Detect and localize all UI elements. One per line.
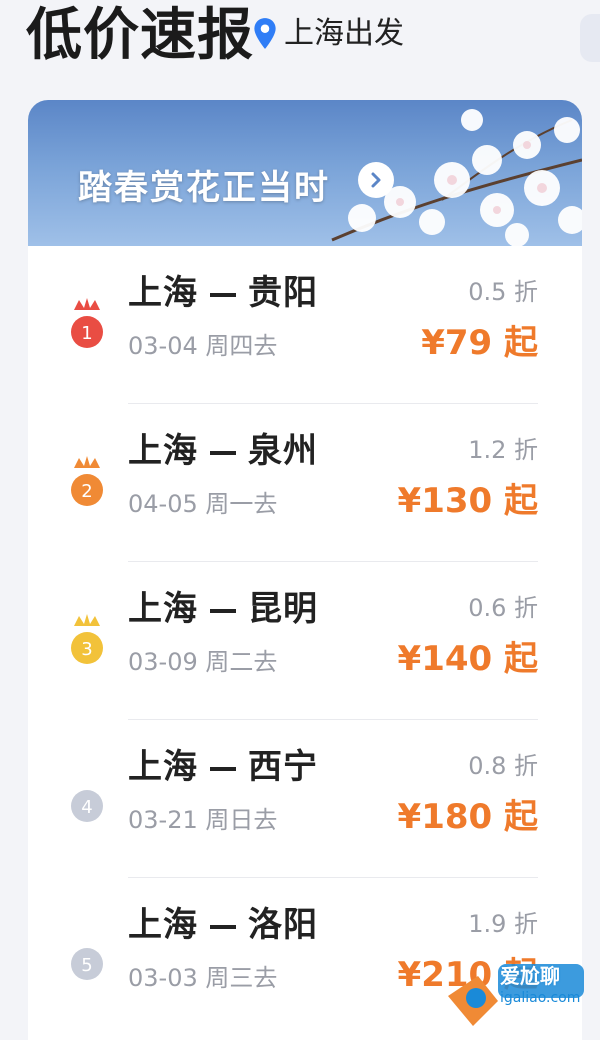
promo-banner[interactable]: 踏春赏花正当时	[28, 100, 582, 246]
deal-row[interactable]: 3 上海 昆明 03-09 周二去 0.6 折 ¥140 起	[28, 562, 582, 720]
origin-city: 上海	[128, 905, 198, 945]
location-selector[interactable]: 上海出发	[252, 14, 404, 54]
deals-card: 踏春赏花正当时 1 上海 贵阳 03-04 周四去 0.5 折 ¥79 起 2 …	[28, 100, 582, 1040]
svg-text:3: 3	[81, 639, 92, 660]
discount: 0.8 折	[468, 752, 538, 780]
destination-city: 西宁	[248, 747, 318, 787]
location-text: 上海出发	[284, 16, 404, 51]
origin-city: 上海	[128, 589, 198, 629]
deal-row[interactable]: 1 上海 贵阳 03-04 周四去 0.5 折 ¥79 起	[28, 246, 582, 404]
route: 上海 泉州	[128, 428, 318, 474]
departure-date: 03-21 周日去	[128, 806, 278, 834]
rank-crown-badge-icon: 3	[71, 614, 103, 664]
route-arrow	[210, 450, 236, 455]
svg-text:1: 1	[81, 323, 92, 344]
origin-city: 上海	[128, 273, 198, 313]
route-arrow	[210, 608, 236, 613]
destination-city: 洛阳	[248, 905, 318, 945]
chevron-right-icon[interactable]	[358, 162, 394, 198]
page-title: 低价速报	[26, 3, 254, 68]
watermark-text: 爱尬聊	[500, 964, 560, 988]
destination-city: 昆明	[248, 589, 318, 629]
svg-text:5: 5	[81, 955, 92, 976]
departure-date: 04-05 周一去	[128, 490, 278, 518]
rank-crown-badge-icon: 1	[71, 298, 103, 348]
banner-title: 踏春赏花正当时	[78, 168, 330, 208]
rank-badge-icon: 4	[71, 790, 103, 822]
rank-crown-badge-icon: 2	[71, 456, 103, 506]
destination-city: 泉州	[248, 431, 318, 471]
price: ¥130 起	[397, 481, 538, 521]
route-arrow	[210, 924, 236, 929]
route: 上海 西宁	[128, 744, 318, 790]
origin-city: 上海	[128, 747, 198, 787]
departure-date: 03-03 周三去	[128, 964, 278, 992]
location-pin-icon	[254, 18, 276, 49]
deal-row[interactable]: 2 上海 泉州 04-05 周一去 1.2 折 ¥130 起	[28, 404, 582, 562]
price: ¥140 起	[397, 639, 538, 679]
rank-badge-icon: 5	[71, 948, 103, 980]
route: 上海 洛阳	[128, 902, 318, 948]
route: 上海 贵阳	[128, 270, 318, 316]
watermark-url: igaliao.com	[500, 990, 581, 1006]
departure-date: 03-04 周四去	[128, 332, 278, 360]
route-arrow	[210, 766, 236, 771]
price: ¥79 起	[421, 323, 538, 363]
discount: 0.5 折	[468, 278, 538, 306]
discount: 0.6 折	[468, 594, 538, 622]
discount: 1.2 折	[468, 436, 538, 464]
departure-date: 03-09 周二去	[128, 648, 278, 676]
route: 上海 昆明	[128, 586, 318, 632]
svg-text:4: 4	[81, 797, 92, 818]
price: ¥180 起	[397, 797, 538, 837]
destination-city: 贵阳	[248, 273, 318, 313]
origin-city: 上海	[128, 431, 198, 471]
deal-row[interactable]: 4 上海 西宁 03-21 周日去 0.8 折 ¥180 起	[28, 720, 582, 878]
route-arrow	[210, 292, 236, 297]
right-edge-card	[580, 14, 600, 62]
svg-text:2: 2	[81, 481, 92, 502]
header: 低价速报 上海出发	[0, 0, 600, 95]
discount: 1.9 折	[468, 910, 538, 938]
